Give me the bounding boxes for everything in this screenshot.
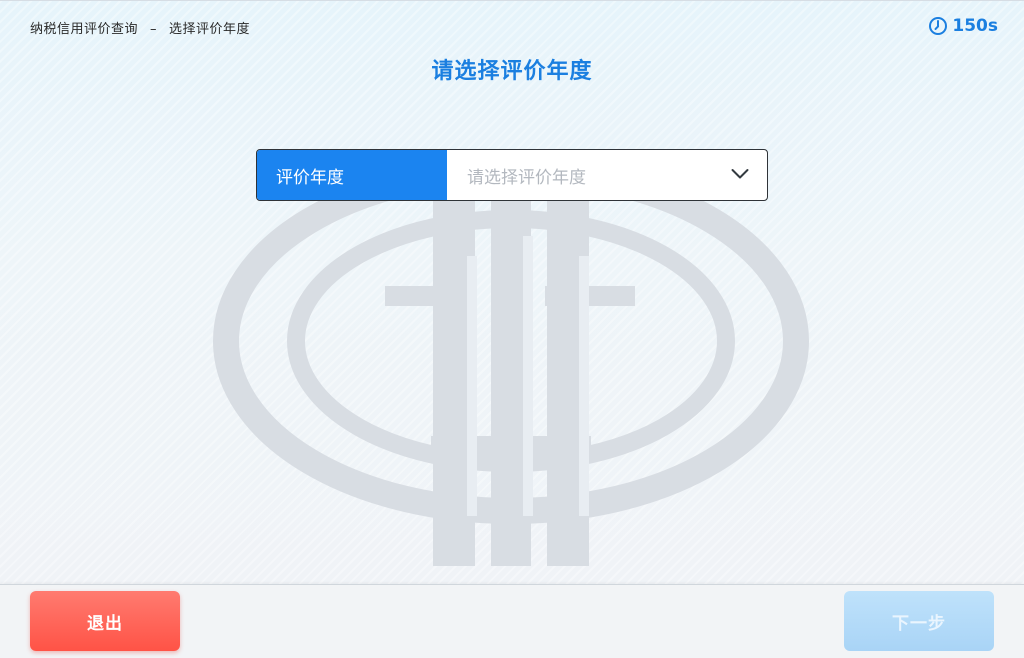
next-step-button[interactable]: 下一步: [844, 591, 994, 651]
year-select-placeholder: 请选择评价年度: [467, 167, 586, 188]
evaluation-year-select[interactable]: 评价年度 请选择评价年度: [256, 149, 768, 201]
chevron-down-icon[interactable]: [731, 165, 749, 185]
breadcrumb-separator: –: [150, 22, 158, 37]
clock-icon: [928, 16, 948, 36]
breadcrumb: 纳税信用评价查询 – 选择评价年度: [30, 18, 250, 37]
exit-button[interactable]: 退出: [30, 591, 180, 651]
timer-value: 150s: [952, 16, 998, 36]
breadcrumb-root: 纳税信用评价查询: [30, 22, 139, 37]
countdown-timer: 150s: [928, 16, 998, 36]
footer-bar: 退出 下一步: [0, 584, 1024, 658]
breadcrumb-current: 选择评价年度: [169, 22, 251, 37]
page-title: 请选择评价年度: [431, 59, 593, 84]
year-select-field[interactable]: 请选择评价年度: [447, 150, 767, 200]
main-screen: 纳税信用评价查询 – 选择评价年度 150s 请选择评价年度 评价年度 请选择评…: [0, 0, 1024, 584]
year-select-label: 评价年度: [257, 150, 447, 200]
